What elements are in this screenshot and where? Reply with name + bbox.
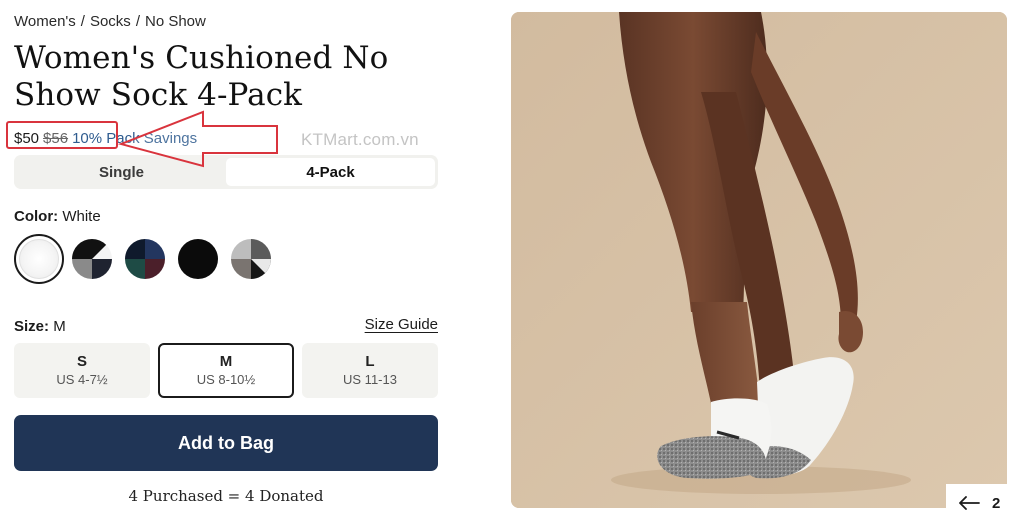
breadcrumb-separator: /: [80, 13, 85, 30]
breadcrumb-womens[interactable]: Women's: [14, 13, 76, 30]
product-page: Women's / Socks / No Show Women's Cushioned …: [0, 0, 1009, 522]
swatch-black-white-grey-mix-fill: [72, 239, 112, 279]
swatch-white-fill: [19, 239, 59, 279]
breadcrumb: Women's / Socks / No Show: [14, 13, 206, 30]
swatch-grey-mix-fill: [231, 239, 271, 279]
color-label: Color: White: [14, 208, 101, 225]
size-code: M: [219, 352, 233, 370]
swatch-navy-green-maroon-mix[interactable]: [120, 234, 170, 284]
breadcrumb-socks[interactable]: Socks: [90, 13, 131, 30]
pack-option-single[interactable]: Single: [17, 158, 226, 186]
watermark: KTMart.com.vn: [301, 130, 419, 149]
color-label-heading: Color:: [14, 208, 59, 225]
size-label: Size: M: [14, 318, 66, 335]
breadcrumb-no-show[interactable]: No Show: [145, 13, 206, 30]
swatch-grey-mix[interactable]: [226, 234, 276, 284]
carousel-control: 2: [946, 484, 1009, 522]
donation-note: 4 Purchased = 4 Donated: [128, 487, 324, 505]
size-selected-value: M: [53, 318, 66, 335]
color-selected-value: White: [62, 208, 101, 225]
size-option-m[interactable]: M US 8-10½: [158, 343, 294, 398]
size-code: L: [365, 352, 375, 370]
pack-toggle: Single 4-Pack: [14, 155, 438, 189]
breadcrumb-separator: /: [135, 13, 140, 30]
arrow-left-icon[interactable]: [958, 495, 980, 511]
size-code: S: [76, 352, 87, 370]
size-options: S US 4-7½ M US 8-10½ L US 11-13: [14, 343, 438, 398]
swatch-navy-green-maroon-mix-fill: [125, 239, 165, 279]
size-guide-link[interactable]: Size Guide: [365, 316, 438, 333]
size-range: US 11-13: [343, 371, 397, 387]
swatch-black-white-grey-mix[interactable]: [67, 234, 117, 284]
size-option-l[interactable]: L US 11-13: [302, 343, 438, 398]
pack-option-4-pack[interactable]: 4-Pack: [226, 158, 435, 186]
swatch-black[interactable]: [173, 234, 223, 284]
swatch-white[interactable]: [14, 234, 64, 284]
product-photo-illustration: [511, 12, 1007, 508]
size-range: US 4-7½: [56, 371, 108, 387]
product-photo: [511, 12, 1007, 508]
product-title: Women's Cushioned No Show Sock 4-Pack: [14, 40, 389, 113]
size-label-heading: Size:: [14, 318, 50, 335]
add-to-bag-button[interactable]: Add to Bag: [14, 415, 438, 471]
size-range: US 8-10½: [196, 371, 256, 387]
size-option-s[interactable]: S US 4-7½: [14, 343, 150, 398]
carousel-slide-number: 2: [992, 494, 1001, 512]
swatch-black-fill: [178, 239, 218, 279]
annotation-highlight-box: [6, 121, 118, 149]
color-swatches: [14, 234, 279, 284]
